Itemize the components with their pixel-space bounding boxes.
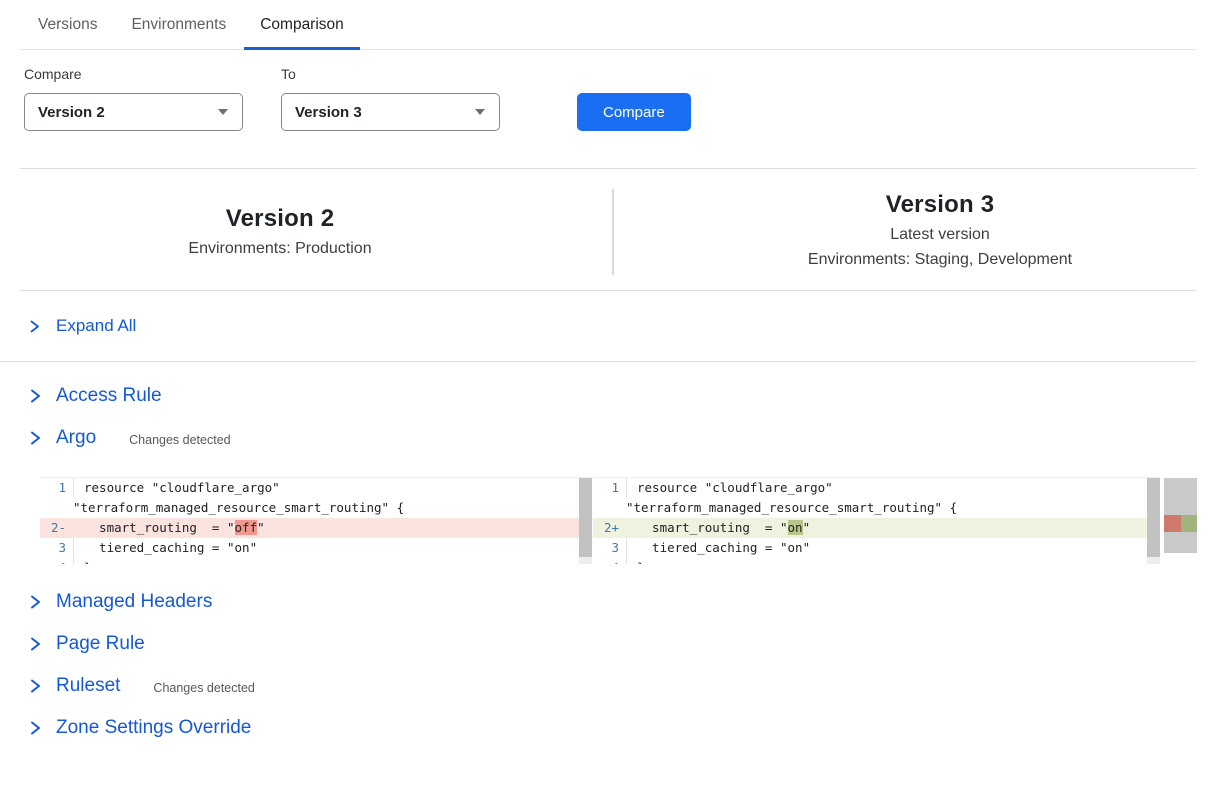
compare-form: Compare Version 2 To Version 3 Compare bbox=[0, 66, 1224, 131]
removed-marker bbox=[1164, 515, 1181, 532]
to-version-value: Version 3 bbox=[295, 104, 362, 121]
line-number: 4 bbox=[593, 558, 627, 564]
right-version-subtitle: Latest version bbox=[656, 226, 1224, 244]
resource-sections: Access Rule Argo Changes detected 1resou… bbox=[0, 375, 1224, 749]
line-number: 1 bbox=[40, 478, 74, 498]
version-header-right: Version 3 Latest version Environments: S… bbox=[612, 191, 1224, 269]
chevron-right-icon bbox=[28, 678, 42, 694]
comparison-page: Versions Environments Comparison Compare… bbox=[0, 0, 1224, 749]
section-page-rule[interactable]: Page Rule bbox=[0, 623, 1224, 665]
tab-comparison[interactable]: Comparison bbox=[260, 0, 344, 49]
removed-word-highlight: off bbox=[235, 520, 258, 535]
section-label: Page Rule bbox=[56, 633, 145, 655]
code-line: "terraform_managed_resource_smart_routin… bbox=[40, 498, 592, 518]
tab-environments[interactable]: Environments bbox=[131, 0, 226, 49]
version-header-left: Version 2 Environments: Production bbox=[0, 191, 612, 269]
section-label: Argo bbox=[56, 427, 96, 449]
changes-detected-badge: Changes detected bbox=[153, 678, 254, 695]
to-field: To Version 3 bbox=[281, 66, 500, 131]
left-version-title: Version 2 bbox=[0, 205, 560, 233]
expand-all-button[interactable]: Expand All bbox=[0, 291, 1196, 362]
to-version-select[interactable]: Version 3 bbox=[281, 93, 500, 131]
version-headers: Version 2 Environments: Production Versi… bbox=[0, 169, 1224, 290]
section-argo[interactable]: Argo Changes detected bbox=[0, 417, 1224, 459]
left-pane-scrollbar[interactable] bbox=[579, 478, 592, 564]
code-line: 1resource "cloudflare_argo" bbox=[40, 478, 592, 498]
scrollbar-thumb[interactable] bbox=[1147, 478, 1160, 557]
code-line: 4} bbox=[40, 558, 592, 564]
scrollbar-thumb[interactable] bbox=[579, 478, 592, 557]
chevron-right-icon bbox=[28, 720, 42, 736]
dropdown-caret-icon bbox=[475, 109, 485, 115]
compare-field: Compare Version 2 bbox=[24, 66, 243, 131]
section-ruleset[interactable]: Ruleset Changes detected bbox=[0, 665, 1224, 707]
code-line: 1resource "cloudflare_argo" bbox=[593, 478, 1160, 498]
line-number: 4 bbox=[40, 558, 74, 564]
section-label: Access Rule bbox=[56, 385, 162, 407]
code-line: 3 tiered_caching = "on" bbox=[40, 538, 592, 558]
line-number: 3 bbox=[40, 538, 74, 558]
section-label: Zone Settings Override bbox=[56, 717, 251, 739]
section-label: Managed Headers bbox=[56, 591, 212, 613]
line-number: 2+ bbox=[593, 518, 627, 538]
changes-detected-badge: Changes detected bbox=[129, 430, 230, 447]
diff-pane-right[interactable]: 1resource "cloudflare_argo" "terraform_m… bbox=[593, 477, 1160, 564]
compare-version-select[interactable]: Version 2 bbox=[24, 93, 243, 131]
chevron-right-icon bbox=[28, 594, 42, 610]
argo-diff: 1resource "cloudflare_argo" "terraform_m… bbox=[40, 477, 1224, 564]
section-managed-headers[interactable]: Managed Headers bbox=[0, 581, 1224, 623]
tab-bar: Versions Environments Comparison bbox=[20, 0, 1196, 50]
expand-all-label: Expand All bbox=[56, 316, 136, 336]
right-version-title: Version 3 bbox=[656, 191, 1224, 219]
diff-pane-left[interactable]: 1resource "cloudflare_argo" "terraform_m… bbox=[40, 477, 592, 564]
section-label: Ruleset bbox=[56, 675, 120, 697]
code-line: 3 tiered_caching = "on" bbox=[593, 538, 1160, 558]
line-number: 3 bbox=[593, 538, 627, 558]
code-line: "terraform_managed_resource_smart_routin… bbox=[593, 498, 1160, 518]
diff-change-marker bbox=[1164, 515, 1197, 532]
chevron-right-icon bbox=[28, 319, 41, 334]
section-access-rule[interactable]: Access Rule bbox=[0, 375, 1224, 417]
right-pane-scrollbar[interactable] bbox=[1147, 478, 1160, 564]
section-zone-settings-override[interactable]: Zone Settings Override bbox=[0, 707, 1224, 749]
added-marker bbox=[1181, 515, 1198, 532]
code-line-added: 2+ smart_routing = "on" bbox=[593, 518, 1160, 538]
dropdown-caret-icon bbox=[218, 109, 228, 115]
line-number: 2- bbox=[40, 518, 74, 538]
to-field-label: To bbox=[281, 66, 500, 82]
compare-field-label: Compare bbox=[24, 66, 243, 82]
tab-versions[interactable]: Versions bbox=[38, 0, 97, 49]
compare-button[interactable]: Compare bbox=[577, 93, 691, 131]
code-line-removed: 2- smart_routing = "off" bbox=[40, 518, 592, 538]
code-line: 4} bbox=[593, 558, 1160, 564]
left-version-environments: Environments: Production bbox=[0, 240, 560, 258]
chevron-right-icon bbox=[28, 430, 42, 446]
line-number: 1 bbox=[593, 478, 627, 498]
chevron-right-icon bbox=[28, 636, 42, 652]
chevron-right-icon bbox=[28, 388, 42, 404]
compare-version-value: Version 2 bbox=[38, 104, 105, 121]
added-word-highlight: on bbox=[788, 520, 803, 535]
right-version-environments: Environments: Staging, Development bbox=[656, 251, 1224, 269]
diff-overview-ruler[interactable] bbox=[1164, 478, 1197, 553]
